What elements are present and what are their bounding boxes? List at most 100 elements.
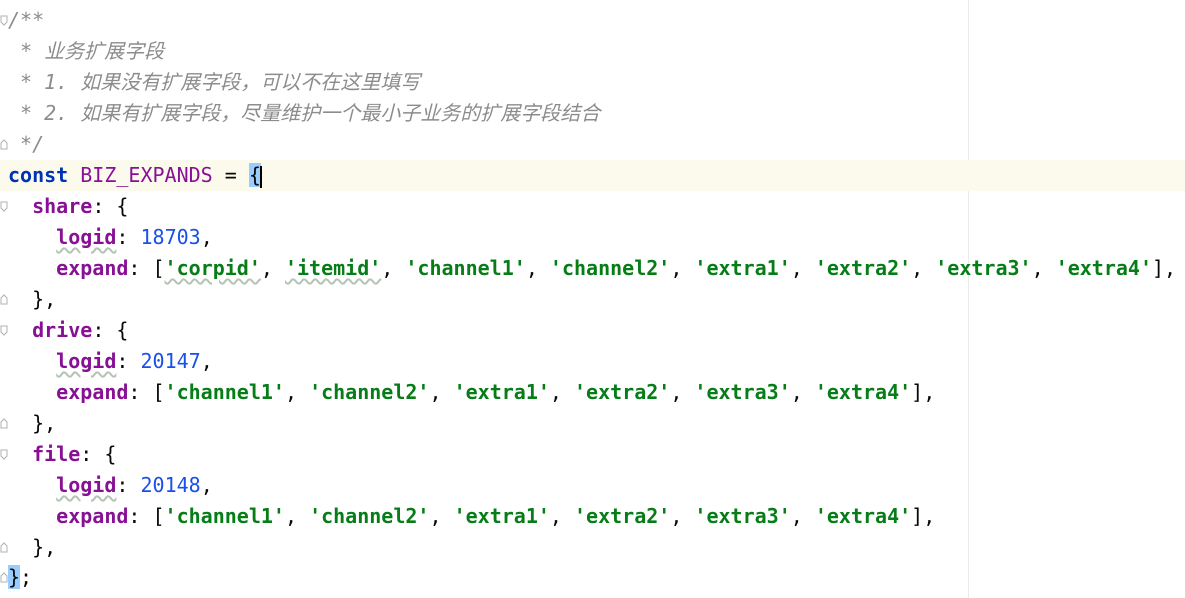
expand-string: 'extra1': [453, 504, 550, 528]
doc-comment-line: * 业务扩展字段: [8, 39, 165, 63]
logid-value: 18703: [140, 225, 201, 249]
entry-close-line[interactable]: },: [0, 284, 1185, 315]
expand-string: 'channel1': [164, 380, 285, 404]
punctuation: ,: [911, 256, 936, 280]
expand-string: 'channel1': [164, 504, 285, 528]
expand-string: 'extra4': [814, 504, 912, 528]
code-line-6-current[interactable]: const BIZ_EXPANDS = {: [0, 160, 1185, 191]
expand-string: 'channel2': [309, 380, 430, 404]
logid-value: 20147: [140, 349, 201, 373]
fold-end-icon[interactable]: [0, 139, 8, 150]
fold-collapse-icon[interactable]: [0, 15, 8, 26]
code-line-3[interactable]: * 1. 如果没有扩展字段，可以不在这里填写: [0, 67, 1185, 98]
doc-comment-open: /**: [8, 8, 45, 32]
expand-string: 'extra2': [574, 504, 671, 528]
punctuation: : [: [128, 256, 165, 280]
fold-end-icon[interactable]: [0, 294, 8, 305]
expand-key: expand: [56, 256, 129, 280]
constant-name: BIZ_EXPANDS: [80, 163, 213, 187]
logid-key: logid: [56, 473, 117, 497]
code-line-19[interactable]: };: [0, 562, 1185, 593]
entry-key: drive: [32, 318, 93, 342]
expand-string: 'channel1': [405, 256, 526, 280]
punctuation: ,: [790, 504, 815, 528]
expand-key: expand: [56, 504, 129, 528]
expand-string: 'extra4': [814, 380, 912, 404]
punctuation: ,: [790, 256, 815, 280]
punctuation: ,: [549, 504, 574, 528]
punctuation: ,: [790, 380, 815, 404]
punctuation: ,: [429, 380, 454, 404]
punctuation: ,: [284, 504, 310, 528]
punctuation: ],: [911, 380, 936, 404]
expand-string: 'channel2': [549, 256, 671, 280]
entry-close-line[interactable]: },: [0, 408, 1185, 439]
punctuation: ,: [200, 473, 213, 497]
entry-close-line[interactable]: },: [0, 532, 1185, 563]
code-line-1[interactable]: /**: [0, 5, 1185, 36]
logid-value: 20148: [140, 473, 201, 497]
expand-string: 'extra3': [694, 504, 791, 528]
expand-string: 'extra4': [1055, 256, 1153, 280]
expand-string: 'channel2': [309, 504, 430, 528]
expand-string: 'corpid': [164, 256, 261, 280]
expand-key: expand: [56, 380, 129, 404]
punctuation: : {: [80, 442, 117, 466]
entry-key: share: [32, 194, 93, 218]
const-keyword: const: [8, 163, 69, 187]
punctuation: ,: [429, 504, 454, 528]
entry-logid-line[interactable]: logid: 18703,: [0, 222, 1185, 253]
punctuation: ,: [670, 380, 695, 404]
code-line-4[interactable]: * 2. 如果有扩展字段，尽量维护一个最小子业务的扩展字段结合: [0, 98, 1185, 129]
punctuation: ,: [670, 256, 695, 280]
entry-expand-line[interactable]: expand: ['corpid', 'itemid', 'channel1',…: [0, 253, 1185, 284]
doc-comment-line: * 1. 如果没有扩展字段，可以不在这里填写: [8, 70, 421, 94]
logid-key: logid: [56, 349, 117, 373]
entry-key-line[interactable]: share: {: [0, 191, 1185, 222]
fold-end-icon[interactable]: [0, 418, 8, 429]
punctuation: :: [116, 349, 141, 373]
fold-collapse-icon[interactable]: [0, 449, 8, 460]
punctuation: : [: [128, 504, 165, 528]
punctuation: ,: [381, 256, 406, 280]
punctuation: ,: [1031, 256, 1056, 280]
entry-key-line[interactable]: file: {: [0, 439, 1185, 470]
punctuation: : {: [92, 194, 129, 218]
punctuation: ],: [1152, 256, 1177, 280]
entry-expand-line[interactable]: expand: ['channel1', 'channel2', 'extra1…: [0, 377, 1185, 408]
expand-string: 'extra3': [694, 380, 791, 404]
entry-key-line[interactable]: drive: {: [0, 315, 1185, 346]
fold-end-icon[interactable]: [0, 542, 8, 553]
entry-logid-line[interactable]: logid: 20148,: [0, 470, 1185, 501]
matched-close-brace: }: [8, 565, 21, 589]
punctuation: : {: [92, 318, 129, 342]
expand-string: 'extra1': [694, 256, 791, 280]
code-line-2[interactable]: * 业务扩展字段: [0, 36, 1185, 67]
punctuation: :: [116, 473, 141, 497]
entry-expand-line[interactable]: expand: ['channel1', 'channel2', 'extra1…: [0, 501, 1185, 532]
punctuation: },: [32, 411, 57, 435]
expand-string: 'extra2': [574, 380, 671, 404]
doc-comment-line: * 2. 如果有扩展字段，尽量维护一个最小子业务的扩展字段结合: [8, 101, 601, 125]
text-caret: [259, 165, 262, 188]
doc-comment-close: */: [8, 132, 45, 156]
code-line-5[interactable]: */: [0, 129, 1185, 160]
logid-key: logid: [56, 225, 117, 249]
punctuation: ,: [200, 225, 213, 249]
punctuation: },: [32, 535, 57, 559]
punctuation: ,: [525, 256, 550, 280]
assign-operator: =: [212, 163, 249, 187]
punctuation: ,: [284, 380, 310, 404]
punctuation: :: [116, 225, 141, 249]
fold-collapse-icon[interactable]: [0, 201, 8, 212]
punctuation: ,: [549, 380, 574, 404]
punctuation: ,: [260, 256, 285, 280]
entry-logid-line[interactable]: logid: 20147,: [0, 346, 1185, 377]
expand-string: 'extra1': [453, 380, 550, 404]
fold-collapse-icon[interactable]: [0, 325, 8, 336]
punctuation: ,: [200, 349, 213, 373]
fold-end-icon[interactable]: [0, 572, 8, 583]
punctuation: ,: [670, 504, 695, 528]
expand-string: 'extra3': [935, 256, 1032, 280]
code-editor[interactable]: /** * 业务扩展字段 * 1. 如果没有扩展字段，可以不在这里填写 * 2.…: [0, 0, 1185, 598]
